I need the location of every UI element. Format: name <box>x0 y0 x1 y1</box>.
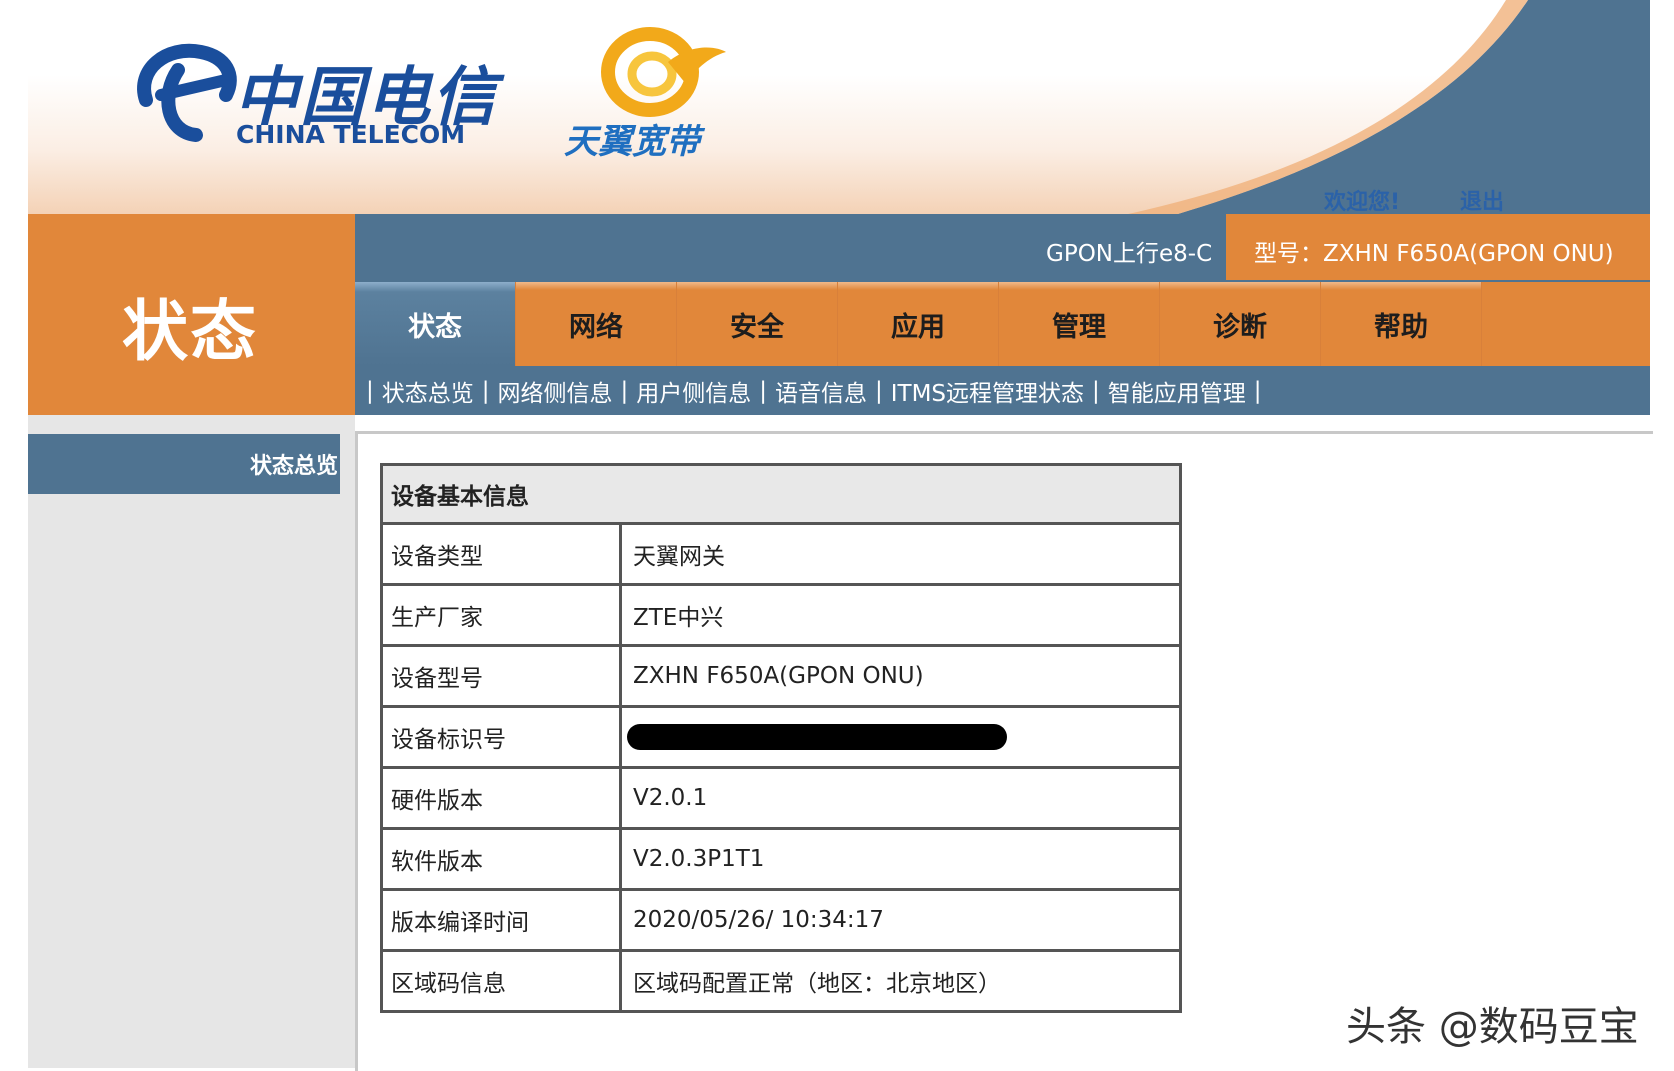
table-header-row: 设备基本信息 <box>380 463 1182 525</box>
tab-diagnosis[interactable]: 诊断 <box>1160 282 1321 366</box>
row-key: 设备标识号 <box>380 705 622 769</box>
tab-security[interactable]: 安全 <box>677 282 838 366</box>
row-value: ZTE中兴 <box>619 583 1182 647</box>
page-title: 状态 <box>122 293 258 370</box>
china-telecom-en-text: CHINA TELECOM <box>236 120 466 149</box>
subnav-separator: | <box>1092 378 1100 404</box>
row-key: 设备类型 <box>380 522 622 586</box>
sidebar <box>28 415 355 1068</box>
tab-application[interactable]: 应用 <box>838 282 999 366</box>
row-value: V2.0.1 <box>619 766 1182 830</box>
redaction-mark <box>627 724 1007 751</box>
device-info-table: 设备基本信息 设备类型 天翼网关 生产厂家 ZTE中兴 设备型号 ZXHN F6… <box>380 463 1182 1013</box>
sub-navigation: | 状态总览 | 网络侧信息 | 用户侧信息 | 语音信息 | ITMS远程管理… <box>358 374 1270 408</box>
subnav-separator: | <box>481 378 490 404</box>
table-title: 设备基本信息 <box>380 463 1182 525</box>
watermark-text: 头条 @数码豆宝 <box>1346 1004 1639 1050</box>
sidebar-item-status-overview[interactable]: 状态总览 <box>28 434 340 494</box>
subnav-network-side[interactable]: 网络侧信息 <box>498 374 613 408</box>
tianyi-text: 天翼宽带 <box>564 122 700 162</box>
gpon-label: GPON上行e8-C <box>1046 241 1213 267</box>
subnav-status-overview[interactable]: 状态总览 <box>382 374 474 408</box>
tab-network[interactable]: 网络 <box>516 282 677 366</box>
row-key: 硬件版本 <box>380 766 622 830</box>
china-telecom-logo: 中国电信 CHINA TELECOM <box>126 40 526 150</box>
row-key: 生产厂家 <box>380 583 622 647</box>
table-row: 硬件版本 V2.0.1 <box>380 766 1182 830</box>
logout-link[interactable]: 退出 <box>1460 184 1504 214</box>
row-key: 设备型号 <box>380 644 622 708</box>
table-row: 设备标识号 <box>380 705 1182 769</box>
subnav-smart-apps[interactable]: 智能应用管理 <box>1108 374 1246 408</box>
subnav-user-side[interactable]: 用户侧信息 <box>636 374 751 408</box>
subnav-separator: | <box>1253 378 1262 404</box>
row-value: 天翼网关 <box>619 522 1182 586</box>
tab-management[interactable]: 管理 <box>999 282 1160 366</box>
table-row: 设备型号 ZXHN F650A(GPON ONU) <box>380 644 1182 708</box>
tianyi-swirl-icon <box>601 27 726 117</box>
subnav-voice[interactable]: 语音信息 <box>775 374 867 408</box>
subnav-separator: | <box>759 378 767 404</box>
welcome-link[interactable]: 欢迎您! <box>1324 184 1400 214</box>
row-value: ZXHN F650A(GPON ONU) <box>619 644 1182 708</box>
main-tabs: 状态 网络 安全 应用 管理 诊断 帮助 <box>355 282 1482 366</box>
router-admin-page: 中国电信 CHINA TELECOM 天翼宽带 欢迎您! 退出 状态 GPON上… <box>0 0 1674 1071</box>
tab-status[interactable]: 状态 <box>355 282 516 366</box>
tianyi-broadband-logo: 天翼宽带 <box>558 22 758 162</box>
section-title-block: 状态 <box>28 214 355 415</box>
row-key: 版本编译时间 <box>380 888 622 952</box>
table-row: 生产厂家 ZTE中兴 <box>380 583 1182 647</box>
subnav-separator: | <box>620 378 629 404</box>
row-key: 区域码信息 <box>380 949 622 1013</box>
table-row: 设备类型 天翼网关 <box>380 522 1182 586</box>
row-key: 软件版本 <box>380 827 622 891</box>
tab-help[interactable]: 帮助 <box>1321 282 1482 366</box>
china-telecom-e-icon <box>137 43 237 142</box>
model-label: 型号：ZXHN F650A(GPON ONU) <box>1254 241 1614 267</box>
header-banner: 中国电信 CHINA TELECOM 天翼宽带 欢迎您! 退出 <box>28 0 1650 214</box>
row-value: V2.0.3P1T1 <box>619 827 1182 891</box>
subnav-separator: | <box>366 378 374 404</box>
subnav-separator: | <box>875 378 883 404</box>
subnav-itms[interactable]: ITMS远程管理状态 <box>891 374 1084 408</box>
table-row: 版本编译时间 2020/05/26/ 10:34:17 <box>380 888 1182 952</box>
table-row: 软件版本 V2.0.3P1T1 <box>380 827 1182 891</box>
row-value-redacted <box>619 705 1182 769</box>
table-row: 区域码信息 区域码配置正常（地区：北京地区） <box>380 949 1182 1013</box>
row-value: 区域码配置正常（地区：北京地区） <box>619 949 1182 1013</box>
row-value: 2020/05/26/ 10:34:17 <box>619 888 1182 952</box>
